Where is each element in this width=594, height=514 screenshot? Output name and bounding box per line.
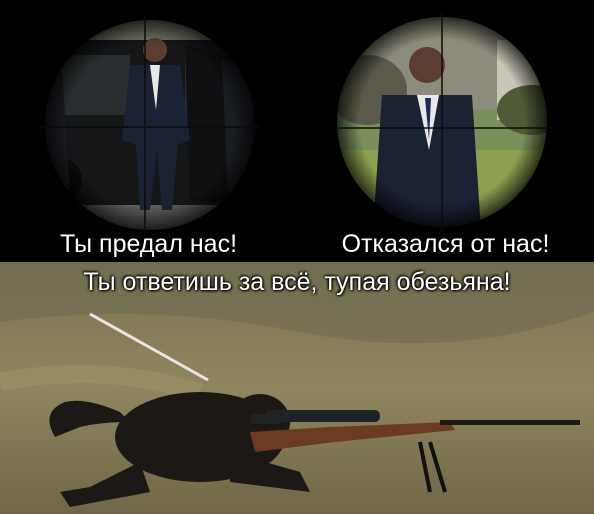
scope-panel-left: Ты предал нас!: [0, 0, 297, 262]
scope-panel-right: Отказался от нас!: [297, 0, 594, 262]
caption-bottom: Ты ответишь за всё, тупая обезьяна!: [83, 268, 511, 296]
scope-view-right: [297, 0, 594, 262]
meme-image: Ты предал нас! Отказался от нас! Ты отве…: [0, 0, 594, 514]
caption-top-left: Ты предал нас!: [59, 230, 238, 258]
scope-view-left: [0, 0, 297, 262]
caption-top-right: Отказался от нас!: [341, 230, 550, 258]
bottom-photo-panel: Ты ответишь за всё, тупая обезьяна!: [0, 262, 594, 514]
monkey-with-rifle-photo: [0, 262, 594, 514]
